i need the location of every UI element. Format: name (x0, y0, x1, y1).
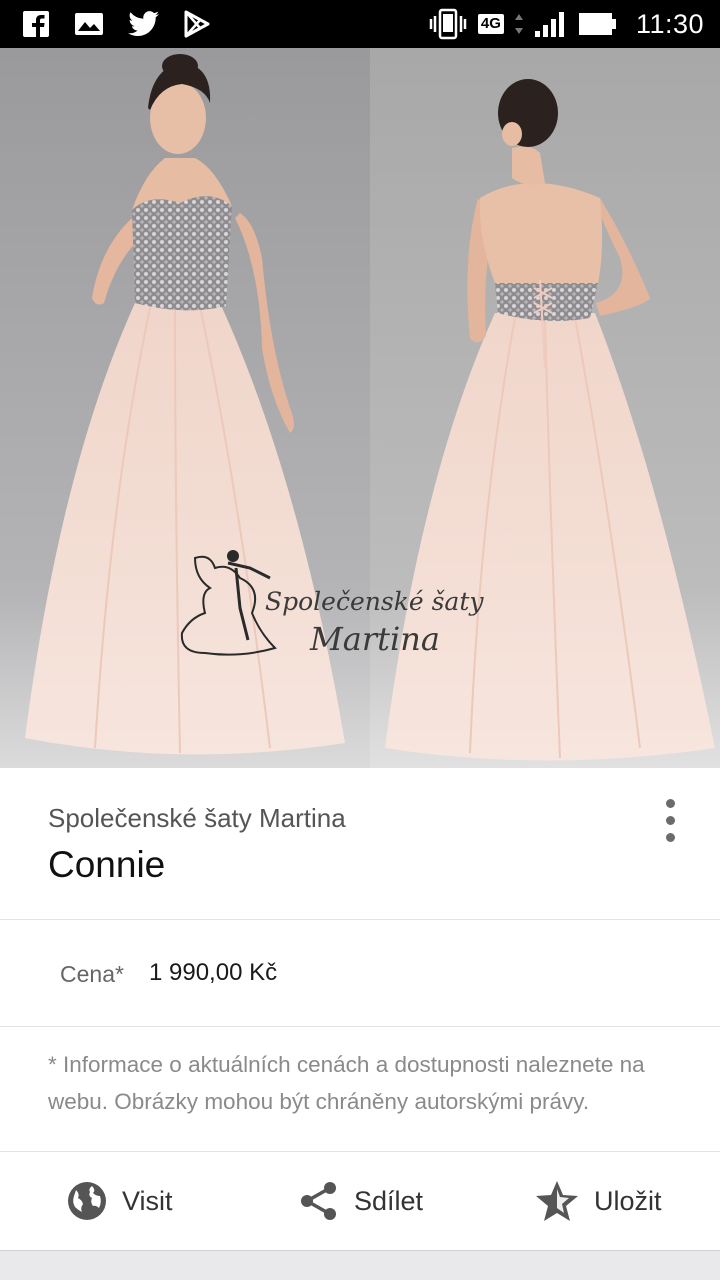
star-icon (536, 1181, 578, 1221)
product-card: Společenské šaty Martina Connie Cena* 1 … (0, 768, 720, 1250)
share-button[interactable]: Sdílet (298, 1152, 423, 1250)
vibrate-icon (429, 8, 467, 40)
product-title: Connie (48, 844, 166, 885)
save-button[interactable]: Uložit (534, 1152, 662, 1250)
watermark-line1: Společenské šaty (265, 587, 484, 616)
facebook-icon (23, 11, 49, 37)
image-icon (75, 13, 103, 35)
battery-icon (578, 13, 616, 35)
dress-photo: Společenské šaty Martina (0, 48, 720, 768)
save-label: Uložit (594, 1185, 662, 1216)
watermark-line2: Martina (309, 620, 440, 658)
data-arrows-icon (514, 14, 523, 34)
bottom-edge (0, 1250, 720, 1280)
price-value: 1 990,00 Kč (149, 959, 278, 986)
more-options-button[interactable] (652, 796, 688, 844)
seller-name[interactable]: Společenské šaty Martina (48, 803, 346, 834)
visit-button[interactable]: Visit (66, 1152, 173, 1250)
more-options-icon (665, 798, 675, 808)
clock: 11:30 (635, 8, 704, 39)
share-icon (301, 1182, 336, 1220)
title-block: Společenské šaty Martina Connie (0, 768, 720, 920)
signal-icon (534, 12, 564, 37)
network-type: 4G (477, 14, 504, 34)
price-row: Cena* 1 990,00 Kč (0, 921, 720, 1027)
share-label: Sdílet (354, 1185, 424, 1216)
product-image[interactable]: Společenské šaty Martina (0, 48, 720, 768)
status-bar: 4G 11:30 (0, 0, 720, 48)
price-label: Cena* (60, 961, 124, 987)
price-disclaimer: * Informace o aktuálních cenách a dostup… (48, 1052, 645, 1114)
twitter-icon (128, 11, 159, 36)
visit-label: Visit (122, 1185, 173, 1216)
play-store-icon (184, 10, 210, 38)
action-bar: Visit Sdílet Uložit (0, 1151, 720, 1249)
globe-icon (68, 1182, 106, 1220)
